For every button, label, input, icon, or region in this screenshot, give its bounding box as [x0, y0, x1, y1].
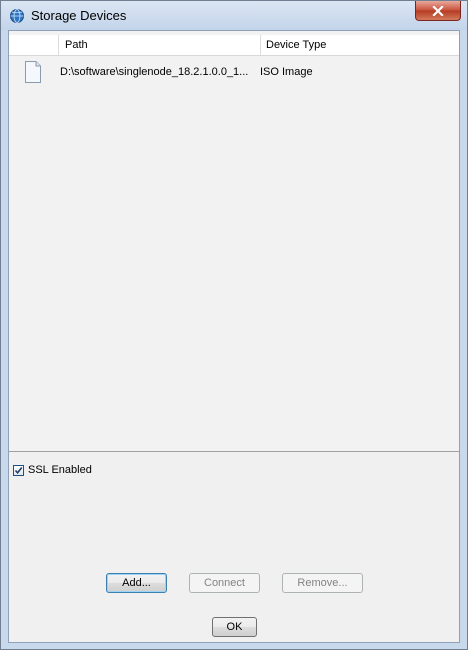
ssl-enabled-label: SSL Enabled [28, 464, 92, 476]
row-path: D:\software\singlenode_18.2.1.0.0_1... [60, 66, 249, 78]
row-device-type: ISO Image [260, 66, 313, 78]
title-bar[interactable]: Storage Devices [1, 1, 467, 30]
app-globe-icon [10, 9, 24, 23]
column-header-path[interactable]: Path [59, 35, 261, 55]
dialog-content: Path Device Type D:\software\singlenode_… [8, 30, 460, 643]
close-icon [432, 5, 444, 16]
close-button[interactable] [415, 1, 461, 21]
devices-table: Path Device Type D:\software\singlenode_… [9, 31, 459, 452]
add-button[interactable]: Add... [106, 573, 167, 593]
column-header-device-type[interactable]: Device Type [261, 35, 459, 55]
ssl-enabled-checkbox[interactable]: SSL Enabled [13, 463, 92, 477]
storage-devices-dialog: Storage Devices Path Device Type D:\soft… [0, 0, 468, 650]
column-header-icon[interactable] [9, 35, 59, 55]
ok-button[interactable]: OK [212, 617, 257, 637]
connect-button[interactable]: Connect [189, 573, 260, 593]
table-row[interactable]: D:\software\singlenode_18.2.1.0.0_1... I… [9, 57, 459, 87]
file-icon [25, 61, 41, 83]
window-title: Storage Devices [31, 8, 127, 23]
checkmark-icon [14, 466, 23, 474]
checkbox-box[interactable] [13, 464, 24, 476]
table-header: Path Device Type [9, 35, 459, 56]
remove-button[interactable]: Remove... [282, 573, 363, 593]
